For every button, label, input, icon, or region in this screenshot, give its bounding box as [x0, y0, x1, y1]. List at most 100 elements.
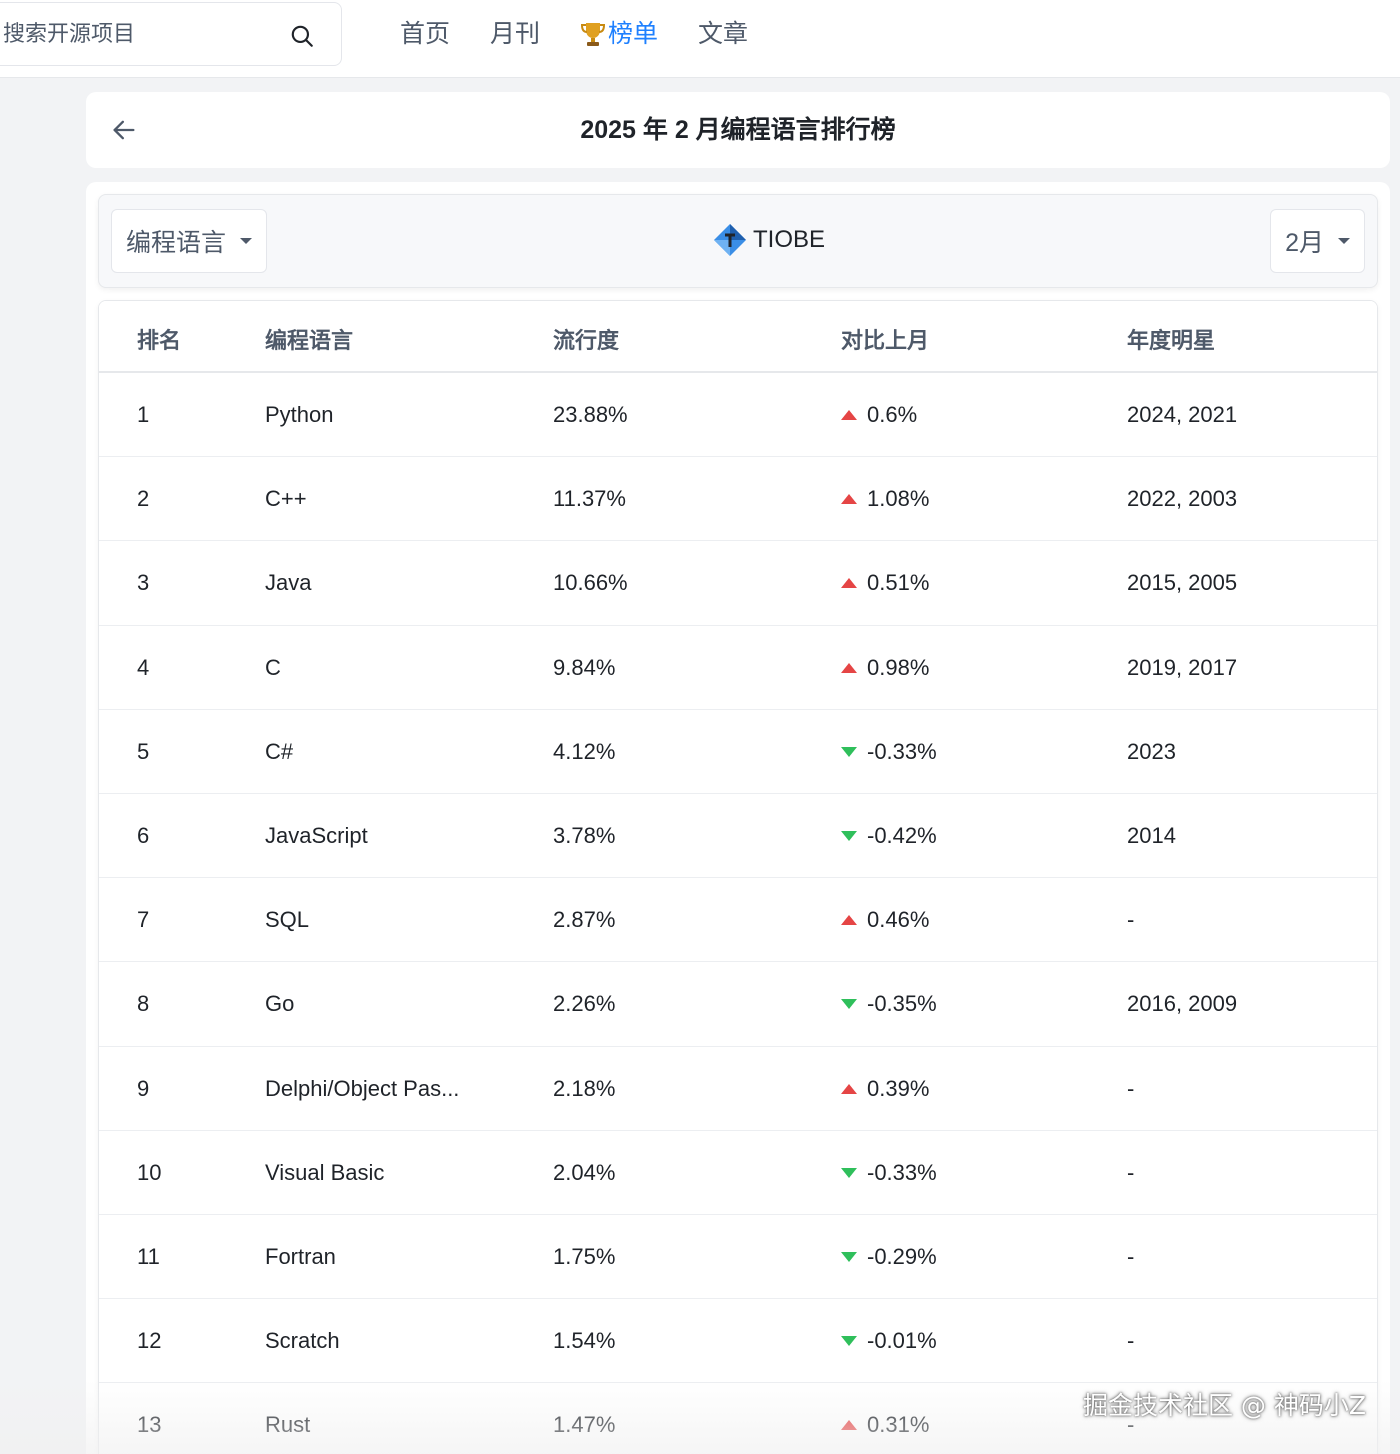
table-row: 4 C 9.84% 0.98% 2019, 2017 — [99, 625, 1377, 710]
category-dropdown-label: 编程语言 — [126, 229, 227, 257]
page-title: 2025 年 2 月编程语言排行榜 — [580, 116, 896, 144]
trend-up-icon — [841, 915, 857, 926]
award-cell: - — [1127, 1159, 1135, 1185]
table-row: 6 JavaScript 3.78% -0.42% 2014 — [99, 793, 1377, 879]
language-cell: Java — [265, 570, 312, 596]
source-name: TIOBE — [753, 226, 826, 253]
rank-cell: 10 — [137, 1159, 162, 1185]
nav-articles[interactable]: 文章 — [698, 14, 748, 54]
change-value: -0.01% — [867, 1328, 937, 1354]
search-input[interactable] — [3, 3, 283, 65]
change-cell: -0.42% — [841, 822, 937, 850]
change-cell: 0.46% — [841, 906, 929, 934]
change-value: -0.42% — [867, 822, 937, 848]
change-cell: -0.29% — [841, 1243, 937, 1271]
title-card: 2025 年 2 月编程语言排行榜 — [86, 92, 1390, 168]
language-cell: C# — [265, 738, 294, 764]
watermark: 掘金技术社区 @ 神码小Z — [1082, 1391, 1366, 1420]
change-value: 0.98% — [867, 654, 930, 680]
award-cell: 2016, 2009 — [1127, 991, 1238, 1017]
column-header-popularity: 流行度 — [553, 328, 620, 353]
trend-down-icon — [841, 746, 857, 757]
ranking-card: 编程语言 TIOBE 2月 排名 编程语言 流行度 对比上月 年度明星 1 Pyt… — [86, 182, 1390, 1454]
table-row: 8 Go 2.26% -0.35% 2016, 2009 — [99, 962, 1377, 1047]
rank-cell: 11 — [137, 1243, 160, 1269]
award-cell: - — [1127, 1328, 1135, 1354]
award-cell: 2014 — [1127, 822, 1176, 848]
popularity-cell: 11.37% — [553, 486, 626, 512]
nav-rankings-label: 榜单 — [608, 20, 659, 48]
trend-up-icon — [841, 662, 857, 673]
award-cell: 2019, 2017 — [1127, 654, 1238, 680]
change-value: 0.46% — [867, 907, 930, 933]
table-row: 2 C++ 11.37% 1.08% 2022, 2003 — [99, 457, 1377, 542]
rank-cell: 9 — [137, 1075, 150, 1101]
table-row: 11 Fortran 1.75% -0.29% - — [99, 1214, 1377, 1300]
trend-down-icon — [841, 1251, 857, 1262]
caret-down-icon — [240, 238, 253, 244]
rank-cell: 1 — [137, 402, 150, 427]
nav-rankings[interactable]: 榜单 — [580, 14, 658, 54]
source-label: TIOBE — [713, 223, 825, 257]
popularity-cell: 10.66% — [553, 570, 628, 596]
popularity-cell: 1.54% — [553, 1328, 616, 1354]
search-icon[interactable] — [289, 23, 315, 49]
popularity-cell: 1.47% — [553, 1412, 616, 1438]
trend-down-icon — [841, 1336, 857, 1347]
column-header-language: 编程语言 — [265, 328, 354, 353]
change-cell: 0.6% — [841, 401, 917, 429]
nav-monthly[interactable]: 月刊 — [490, 14, 540, 54]
popularity-cell: 4.12% — [553, 738, 616, 764]
trend-up-icon — [841, 578, 857, 589]
popularity-cell: 2.04% — [553, 1159, 616, 1185]
change-cell: -0.33% — [841, 1159, 937, 1187]
change-cell: 0.31% — [841, 1411, 929, 1439]
change-value: 0.39% — [867, 1075, 930, 1101]
tiobe-logo-icon — [714, 224, 746, 256]
trend-up-icon — [841, 494, 857, 505]
rank-cell: 6 — [137, 822, 150, 848]
search-box[interactable] — [0, 2, 342, 66]
trend-up-icon — [841, 1420, 857, 1431]
award-cell: - — [1127, 1075, 1135, 1101]
language-cell: Rust — [265, 1412, 311, 1438]
table-header: 排名 编程语言 流行度 对比上月 年度明星 — [99, 301, 1377, 373]
column-header-rank: 排名 — [137, 328, 182, 353]
trend-up-icon — [841, 410, 857, 420]
caret-down-icon — [1338, 238, 1350, 244]
popularity-cell: 9.84% — [553, 654, 616, 680]
trend-down-icon — [841, 830, 857, 841]
popularity-cell: 2.87% — [553, 907, 616, 933]
rank-cell: 2 — [137, 486, 150, 512]
table-row: 1 Python 23.88% 0.6% 2024, 2021 — [99, 373, 1377, 458]
rank-cell: 4 — [137, 654, 150, 680]
change-value: -0.29% — [867, 1243, 937, 1269]
month-dropdown[interactable]: 2月 — [1270, 209, 1365, 273]
nav-home[interactable]: 首页 — [400, 14, 450, 54]
award-cell: 2024, 2021 — [1127, 402, 1238, 427]
popularity-cell: 1.75% — [553, 1243, 616, 1269]
table-row: 9 Delphi/Object Pas... 2.18% 0.39% - — [99, 1046, 1377, 1131]
table-row: 12 Scratch 1.54% -0.01% - — [99, 1299, 1377, 1384]
award-cell: - — [1127, 1243, 1135, 1269]
change-cell: 0.39% — [841, 1075, 929, 1103]
column-header-award: 年度明星 — [1127, 328, 1216, 353]
filter-bar: 编程语言 TIOBE 2月 — [98, 194, 1378, 288]
change-cell: 1.08% — [841, 485, 929, 513]
change-cell: 0.98% — [841, 654, 929, 682]
change-value: 0.51% — [867, 570, 930, 596]
rank-cell: 3 — [137, 570, 150, 596]
top-nav-bar: 首页 月刊 榜单 文章 — [0, 0, 1400, 78]
category-dropdown[interactable]: 编程语言 — [111, 209, 268, 273]
month-dropdown-label: 2月 — [1285, 229, 1324, 257]
language-cell: Fortran — [265, 1243, 336, 1269]
language-cell: Go — [265, 991, 295, 1017]
popularity-cell: 2.18% — [553, 1075, 616, 1101]
award-cell: 2015, 2005 — [1127, 570, 1238, 596]
table-row: 7 SQL 2.87% 0.46% - — [99, 878, 1377, 963]
rank-cell: 12 — [137, 1328, 162, 1354]
rank-cell: 5 — [137, 738, 150, 764]
table-body: 1 Python 23.88% 0.6% 2024, 2021 2 C++ 11.37% 1.0… — [99, 373, 1377, 1454]
change-cell: -0.01% — [841, 1327, 937, 1355]
table-row: 10 Visual Basic 2.04% -0.33% - — [99, 1130, 1377, 1215]
